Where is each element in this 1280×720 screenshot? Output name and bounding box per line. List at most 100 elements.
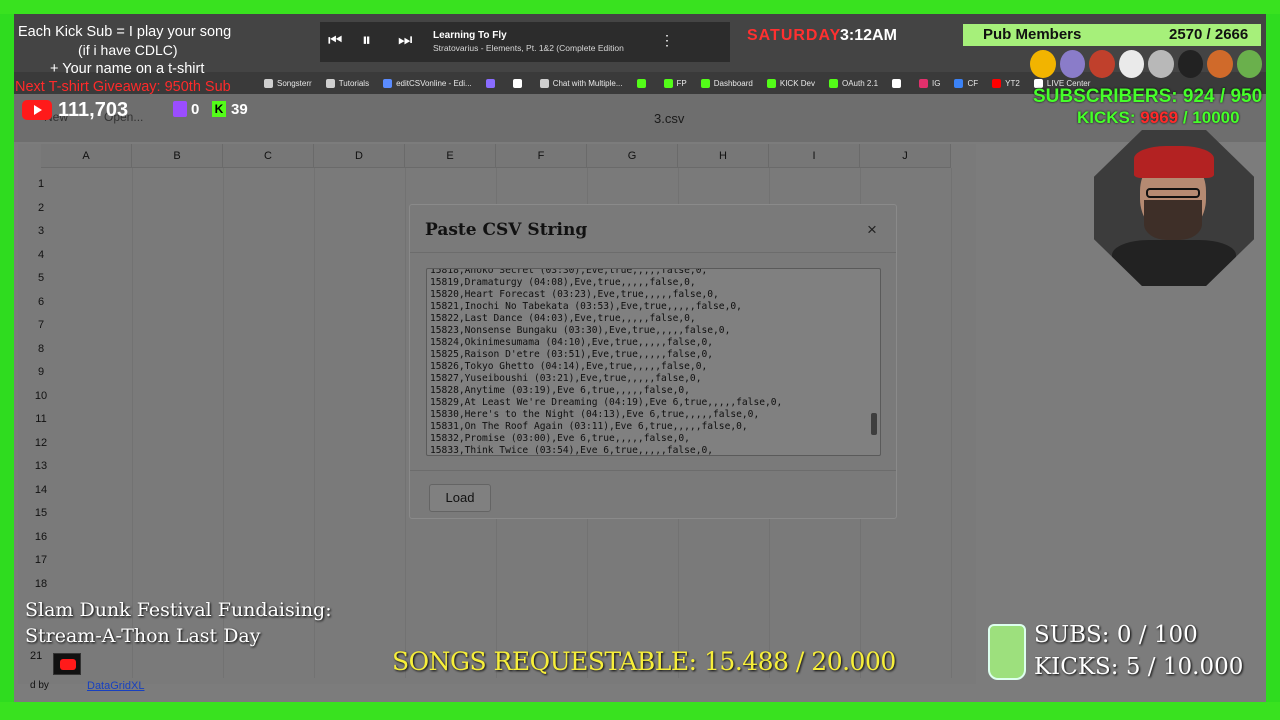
promo-kick-sub: Each Kick Sub = I play your song	[18, 24, 232, 40]
column-header-b[interactable]: B	[132, 144, 223, 168]
twitch-icon	[173, 101, 187, 117]
bookmark-14[interactable]: YT2	[992, 78, 1020, 88]
bookmark-label: IG	[932, 78, 941, 88]
avatar	[1089, 50, 1115, 78]
pub-members-panel: Pub Members 2570 / 2666	[963, 24, 1261, 46]
bookmark-13[interactable]: CF	[954, 78, 979, 88]
load-button[interactable]: Load	[429, 484, 491, 512]
row-header[interactable]: 6	[18, 296, 64, 308]
textarea-scrollbar[interactable]	[870, 270, 879, 454]
bookmark-7[interactable]: FP	[663, 78, 687, 88]
file-name: 3.csv	[654, 111, 685, 126]
row-header[interactable]: 18	[18, 578, 64, 590]
csv-textarea[interactable]: 15818,Ahoko Secret (03:30),Eve,true,,,,,…	[426, 268, 881, 456]
edit-icon	[383, 78, 393, 88]
bookmark-2[interactable]: editCSVonline - Edi...	[383, 78, 472, 88]
csv-line: 15832,Promise (03:00),Eve 6,true,,,,,fal…	[430, 433, 690, 444]
scrollbar-thumb[interactable]	[871, 413, 877, 435]
more-options-icon[interactable]: ⋮	[660, 32, 674, 49]
row-header[interactable]: 16	[18, 531, 64, 543]
grid-divider	[405, 168, 406, 678]
bookmark-3[interactable]	[485, 78, 499, 88]
bookmark-11[interactable]	[892, 78, 905, 88]
next-track-button[interactable]: ⏭	[398, 32, 412, 50]
column-header-j[interactable]: J	[860, 144, 951, 168]
row-header[interactable]: 5	[18, 272, 64, 284]
bookmark-label: YT2	[1005, 78, 1020, 88]
csv-line: 15821,Inochi No Tabekata (03:53),Eve,tru…	[430, 301, 742, 312]
pause-button[interactable]: ⏸	[362, 30, 371, 51]
csv-line: 15822,Last Dance (04:03),Eve,true,,,,,fa…	[430, 313, 696, 324]
row-header[interactable]: 14	[18, 484, 64, 496]
bookmark-8[interactable]: Dashboard	[700, 78, 753, 88]
bookmark-1[interactable]: Tutorials	[325, 78, 369, 88]
fundraising-title: Slam Dunk Festival Fundaising:	[25, 599, 332, 621]
bookmark-9[interactable]: KICK Dev	[766, 78, 815, 88]
cf-icon	[954, 78, 964, 88]
songsterr-icon	[264, 78, 273, 88]
kick-icon	[663, 78, 673, 88]
bookmark-label: FP	[676, 78, 687, 88]
kicks-goal: KICKS: 9969 / 10000	[1077, 108, 1240, 127]
avatar	[1236, 50, 1262, 78]
promo-giveaway: Next T-shirt Giveaway: 950th Sub	[15, 79, 231, 95]
row-header[interactable]: 1	[18, 178, 64, 190]
column-header-a[interactable]: A	[41, 144, 132, 168]
bookmark-6[interactable]	[636, 78, 650, 88]
csv-line: 15819,Dramaturgy (04:08),Eve,true,,,,,fa…	[430, 277, 696, 288]
google-icon	[512, 78, 522, 88]
bookmark-label: CF	[967, 78, 979, 88]
column-header-i[interactable]: I	[769, 144, 860, 168]
csv-line: 15826,Tokyo Ghetto (04:14),Eve,true,,,,,…	[430, 361, 708, 372]
kicks-counter: KICKS: 5 / 10.000	[1034, 654, 1244, 680]
row-header[interactable]: 9	[18, 366, 64, 378]
column-header-h[interactable]: H	[678, 144, 769, 168]
csv-line: 15829,At Least We're Dreaming (04:19),Ev…	[430, 397, 783, 408]
row-header[interactable]: 10	[18, 390, 64, 402]
row-header[interactable]: 7	[18, 319, 64, 331]
csv-line: 15825,Raison D'etre (03:51),Eve,true,,,,…	[430, 349, 714, 360]
youtube-icon	[992, 78, 1002, 88]
csv-line: 15831,On The Roof Again (03:11),Eve 6,tr…	[430, 421, 748, 432]
column-header-g[interactable]: G	[587, 144, 678, 168]
kick-icon	[766, 78, 776, 88]
bookmark-10[interactable]: OAuth 2.1	[829, 78, 879, 88]
row-header[interactable]: 3	[18, 225, 64, 237]
chroma-frame-bottom	[0, 702, 1280, 720]
row-header[interactable]: 2	[18, 202, 64, 214]
row-header[interactable]: 11	[18, 413, 64, 425]
bookmark-0[interactable]: Songsterr	[264, 78, 312, 88]
row-header[interactable]: 17	[18, 554, 64, 566]
column-header-c[interactable]: C	[223, 144, 314, 168]
bookmark-4[interactable]	[512, 78, 526, 88]
bookmark-label: OAuth 2.1	[842, 78, 879, 88]
row-header[interactable]: 15	[18, 507, 64, 519]
previous-track-button[interactable]: ⏮	[328, 32, 342, 50]
close-button[interactable]: ×	[858, 217, 886, 243]
youtube-icon	[53, 653, 81, 675]
cloud-icon	[485, 78, 495, 88]
row-header[interactable]: 8	[18, 343, 64, 355]
track-title: Learning To Fly	[433, 30, 507, 41]
row-header[interactable]: 4	[18, 249, 64, 261]
csv-line: 15823,Nonsense Bungaku (03:30),Eve,true,…	[430, 325, 731, 336]
member-avatars	[1030, 50, 1262, 80]
datagridxl-link[interactable]: DataGridXL	[87, 680, 144, 692]
column-header-e[interactable]: E	[405, 144, 496, 168]
csv-text-content: 15818,Ahoko Secret (03:30),Eve,true,,,,,…	[430, 269, 870, 455]
column-header-f[interactable]: F	[496, 144, 587, 168]
grid-divider	[951, 168, 952, 678]
youtube-icon	[22, 100, 52, 120]
youtube-subscriber-count: 111,703	[58, 99, 129, 121]
kick-icon	[700, 78, 710, 88]
chroma-frame-top	[0, 0, 1280, 14]
pub-members-label: Pub Members	[983, 26, 1082, 43]
bookmark-12[interactable]: IG	[919, 78, 941, 88]
bookmark-5[interactable]: Chat with Multiple...	[539, 78, 623, 88]
row-header[interactable]: 13	[18, 460, 64, 472]
row-header[interactable]: 12	[18, 437, 64, 449]
column-header-d[interactable]: D	[314, 144, 405, 168]
csv-line: 15824,Okinimesumama (04:10),Eve,true,,,,…	[430, 337, 714, 348]
avatar	[1148, 50, 1174, 78]
kick-icon	[829, 78, 838, 88]
